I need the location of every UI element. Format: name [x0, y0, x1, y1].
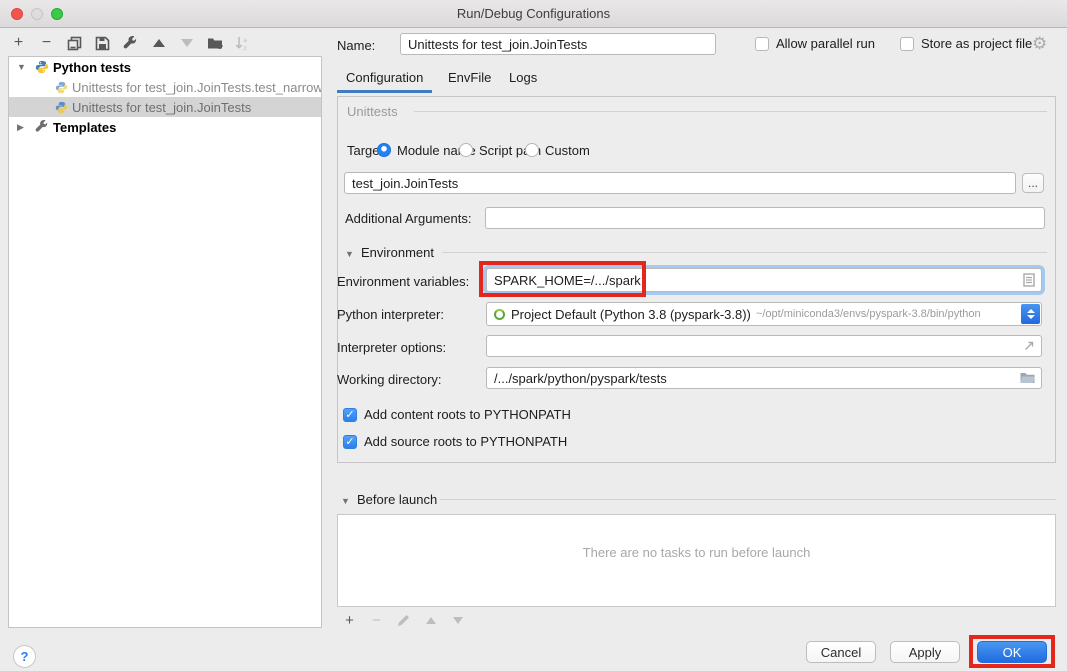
- add-source-roots-checkbox[interactable]: ✓ Add source roots to PYTHONPATH: [343, 434, 567, 449]
- radio-module-name[interactable]: [377, 143, 391, 157]
- add-configuration-icon[interactable]: +: [10, 35, 27, 52]
- configurations-toolbar: + − az: [10, 32, 251, 54]
- environment-variables-label: Environment variables:: [337, 274, 469, 289]
- remove-configuration-icon[interactable]: −: [38, 35, 55, 52]
- configurations-tree: ▼ Python tests Unittests for test_join.J…: [8, 56, 322, 628]
- interpreter-options-label: Interpreter options:: [337, 340, 446, 355]
- edit-templates-icon[interactable]: [122, 35, 139, 52]
- tab-configuration[interactable]: Configuration: [346, 70, 423, 85]
- checkbox-icon[interactable]: [900, 37, 914, 51]
- apply-button[interactable]: Apply: [890, 641, 960, 663]
- working-directory-value: /.../spark/python/pyspark/tests: [494, 371, 667, 386]
- conda-env-icon: [494, 309, 505, 320]
- module-name-input[interactable]: test_join.JoinTests: [344, 172, 1016, 194]
- unittests-group-label: Unittests: [347, 104, 398, 119]
- tree-item-label: Templates: [53, 120, 116, 135]
- move-task-down-icon[interactable]: [449, 612, 466, 629]
- dropdown-stepper-icon[interactable]: [1021, 304, 1040, 324]
- name-value: Unittests for test_join.JoinTests: [408, 37, 587, 52]
- before-launch-header: Before launch: [357, 492, 437, 507]
- ok-button[interactable]: OK: [977, 641, 1047, 663]
- save-configuration-icon[interactable]: [94, 35, 111, 52]
- title-bar: Run/Debug Configurations: [0, 0, 1067, 28]
- sort-configurations-icon[interactable]: az: [234, 35, 251, 52]
- move-down-icon[interactable]: [178, 35, 195, 52]
- browse-button[interactable]: ...: [1022, 173, 1044, 193]
- gear-icon[interactable]: ⚙: [1032, 34, 1047, 54]
- python-interpreter-label: Python interpreter:: [337, 307, 444, 322]
- python-icon: [35, 60, 49, 74]
- python-interpreter-path: ~/opt/miniconda3/envs/pyspark-3.8/bin/py…: [756, 308, 981, 320]
- svg-text:z: z: [243, 46, 246, 51]
- checkbox-checked-icon[interactable]: ✓: [343, 435, 357, 449]
- working-directory-label: Working directory:: [337, 372, 442, 387]
- python-icon: [55, 101, 68, 114]
- edit-task-icon[interactable]: [395, 612, 412, 629]
- tree-item-label: Python tests: [53, 60, 131, 75]
- tree-item-templates[interactable]: ▶ Templates: [9, 117, 321, 137]
- new-folder-icon[interactable]: [206, 35, 223, 52]
- paste-list-icon[interactable]: [1023, 273, 1035, 287]
- before-launch-tasks-panel: There are no tasks to run before launch: [337, 514, 1056, 607]
- chevron-down-icon[interactable]: ▼: [341, 496, 350, 506]
- tab-envfile[interactable]: EnvFile: [448, 70, 491, 85]
- copy-configuration-icon[interactable]: [66, 35, 83, 52]
- group-separator: [442, 252, 1047, 253]
- name-label: Name:: [337, 38, 375, 53]
- before-launch-toolbar: + −: [341, 611, 466, 629]
- tab-logs[interactable]: Logs: [509, 70, 537, 85]
- python-icon: [55, 81, 68, 94]
- environment-variables-value: SPARK_HOME=/.../spark: [494, 273, 641, 288]
- tree-item-label: Unittests for test_join.JoinTests: [72, 100, 251, 115]
- tree-item-unittests-jointests-selected[interactable]: Unittests for test_join.JoinTests: [9, 97, 321, 117]
- expand-field-icon[interactable]: [1023, 340, 1035, 352]
- move-task-up-icon[interactable]: [422, 612, 439, 629]
- before-launch-empty-text: There are no tasks to run before launch: [338, 545, 1055, 560]
- interpreter-options-input[interactable]: [486, 335, 1042, 357]
- checkbox-icon[interactable]: [755, 37, 769, 51]
- environment-section-header: Environment: [361, 245, 434, 260]
- group-separator: [440, 499, 1056, 500]
- move-up-icon[interactable]: [150, 35, 167, 52]
- module-name-value: test_join.JoinTests: [352, 176, 458, 191]
- allow-parallel-run-checkbox[interactable]: Allow parallel run: [755, 36, 875, 51]
- svg-text:a: a: [243, 38, 247, 44]
- name-input[interactable]: Unittests for test_join.JoinTests: [400, 33, 716, 55]
- radio-custom-label: Custom: [545, 143, 590, 158]
- window-title: Run/Debug Configurations: [0, 6, 1067, 21]
- additional-arguments-input[interactable]: [485, 207, 1045, 229]
- cancel-button[interactable]: Cancel: [806, 641, 876, 663]
- wrench-icon: [35, 120, 49, 134]
- chevron-right-icon[interactable]: ▶: [17, 122, 27, 133]
- python-interpreter-select[interactable]: Project Default (Python 3.8 (pyspark-3.8…: [486, 302, 1042, 326]
- checkbox-label: Add source roots to PYTHONPATH: [364, 434, 567, 449]
- add-content-roots-checkbox[interactable]: ✓ Add content roots to PYTHONPATH: [343, 407, 571, 422]
- chevron-down-icon[interactable]: ▼: [17, 62, 27, 72]
- additional-arguments-label: Additional Arguments:: [345, 211, 471, 226]
- add-task-icon[interactable]: +: [341, 612, 358, 629]
- active-tab-underline: [337, 90, 432, 93]
- radio-script-path[interactable]: [459, 143, 473, 157]
- tree-item-unittests-test-narrow[interactable]: Unittests for test_join.JoinTests.test_n…: [9, 77, 321, 97]
- tree-item-python-tests[interactable]: ▼ Python tests: [9, 57, 321, 77]
- python-interpreter-value: Project Default (Python 3.8 (pyspark-3.8…: [511, 307, 751, 322]
- checkbox-checked-icon[interactable]: ✓: [343, 408, 357, 422]
- radio-custom[interactable]: [525, 143, 539, 157]
- remove-task-icon[interactable]: −: [368, 612, 385, 629]
- checkbox-label: Store as project file: [921, 36, 1032, 51]
- checkbox-label: Allow parallel run: [776, 36, 875, 51]
- tree-item-label: Unittests for test_join.JoinTests.test_n…: [72, 80, 321, 95]
- folder-icon[interactable]: [1020, 372, 1035, 384]
- chevron-down-icon[interactable]: ▼: [345, 249, 354, 259]
- working-directory-input[interactable]: /.../spark/python/pyspark/tests: [486, 367, 1042, 389]
- checkbox-label: Add content roots to PYTHONPATH: [364, 407, 571, 422]
- help-button[interactable]: ?: [13, 645, 36, 668]
- group-separator: [414, 111, 1047, 112]
- environment-variables-input[interactable]: SPARK_HOME=/.../spark: [486, 268, 1042, 292]
- store-as-project-file-checkbox[interactable]: Store as project file: [900, 36, 1032, 51]
